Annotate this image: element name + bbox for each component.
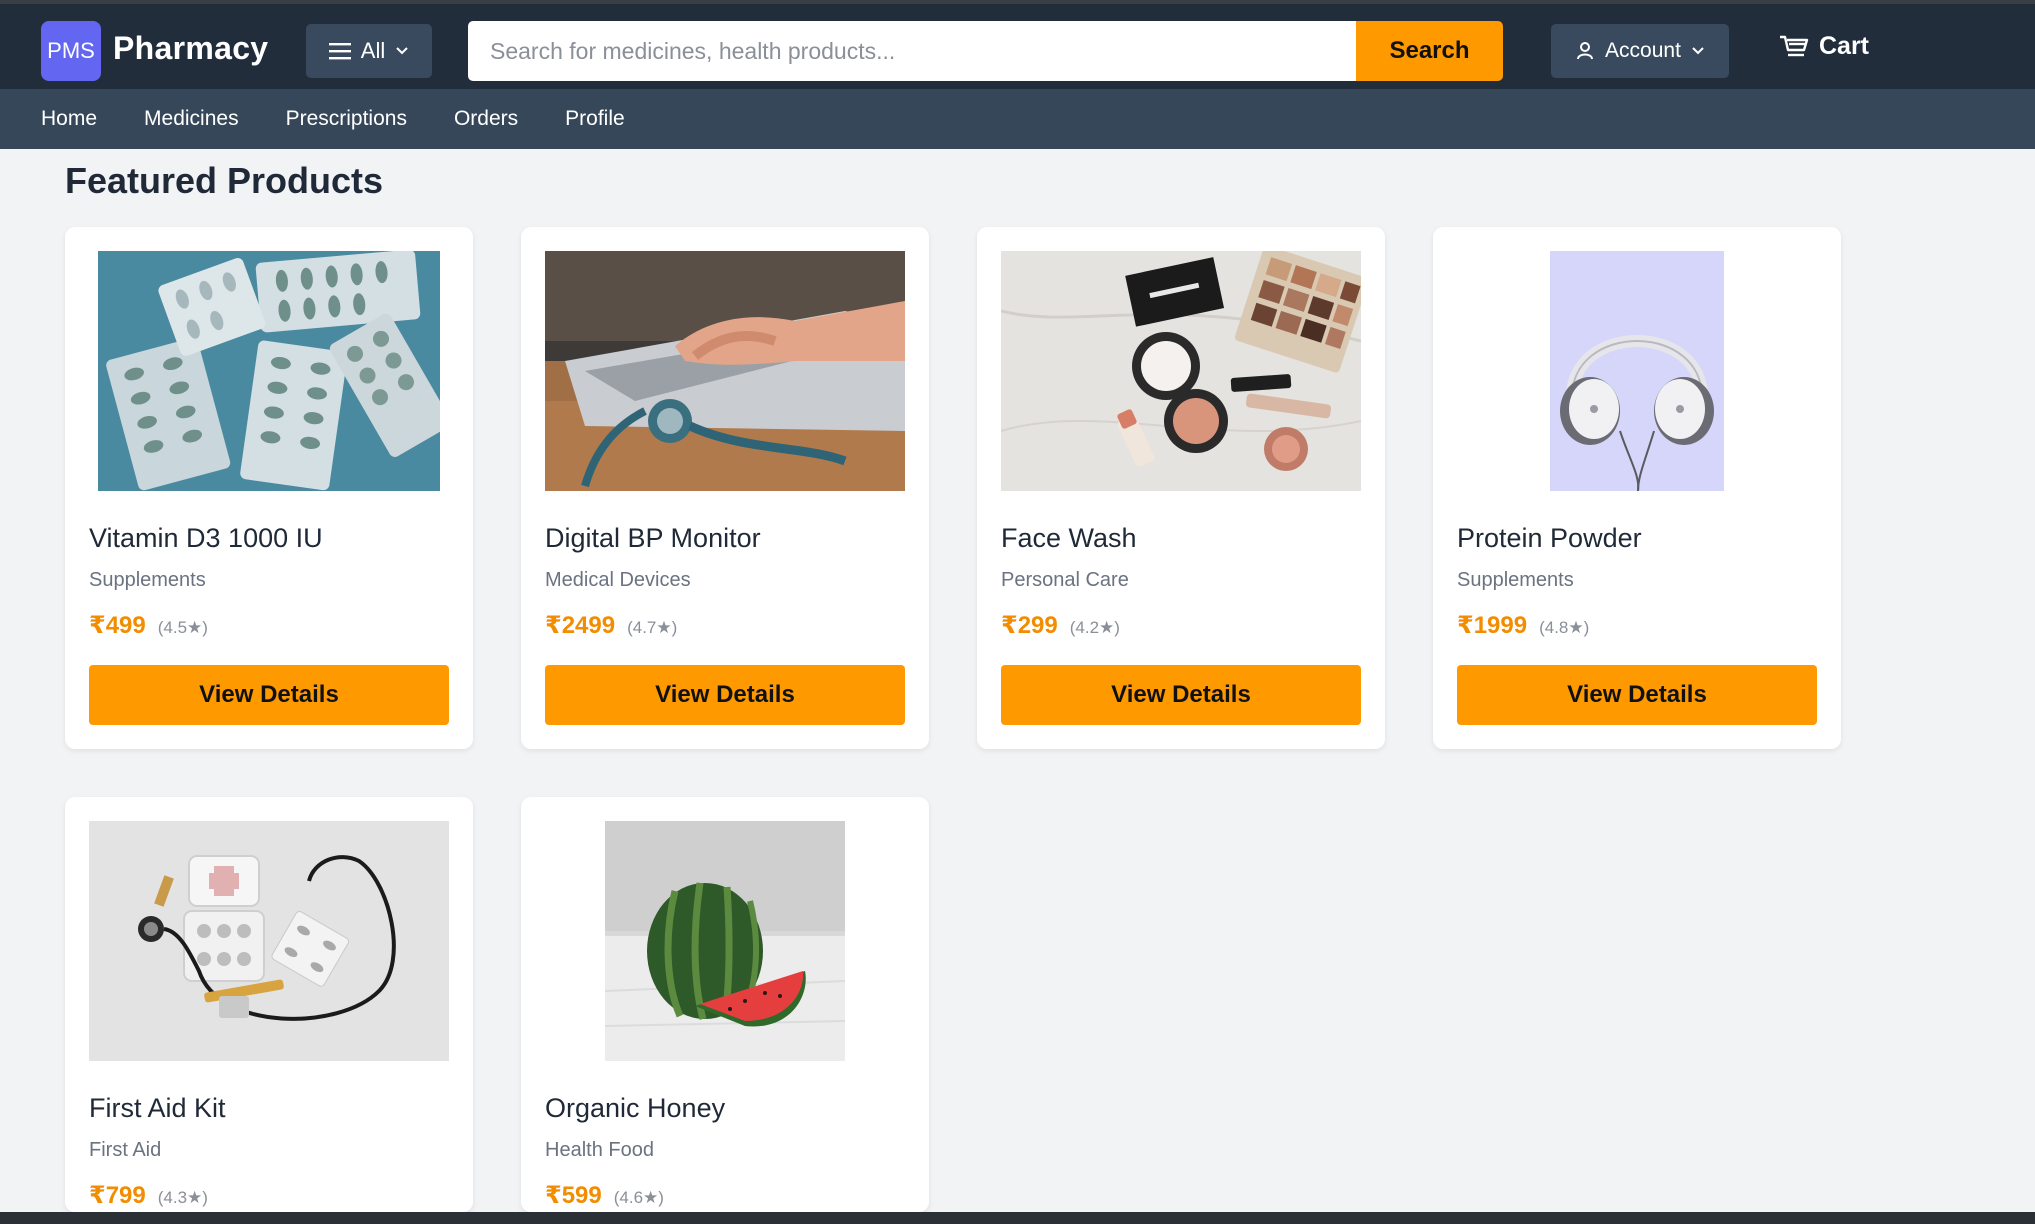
product-rating: (4.3★) bbox=[157, 1188, 208, 1207]
product-rating: (4.8★) bbox=[1539, 618, 1590, 637]
account-label: Account bbox=[1605, 39, 1681, 62]
product-image[interactable] bbox=[605, 821, 845, 1061]
product-price: ₹799 bbox=[89, 1182, 146, 1209]
product-category: Health Food bbox=[545, 1139, 654, 1161]
product-name[interactable]: Vitamin D3 1000 IU bbox=[89, 523, 323, 554]
product-category: Supplements bbox=[89, 569, 206, 591]
product-rating: (4.5★) bbox=[157, 618, 208, 637]
brand-name[interactable]: Pharmacy bbox=[113, 30, 268, 67]
product-card[interactable]: Face Wash Personal Care ₹299 (4.2★) View… bbox=[977, 227, 1385, 749]
product-price: ₹1999 bbox=[1457, 612, 1528, 639]
product-name[interactable]: Digital BP Monitor bbox=[545, 523, 761, 554]
logo[interactable]: PMS bbox=[41, 21, 101, 81]
cart-button[interactable]: Cart bbox=[1779, 32, 1869, 61]
nav-prescriptions[interactable]: Prescriptions bbox=[286, 107, 407, 131]
product-category: Medical Devices bbox=[545, 569, 691, 591]
view-details-button[interactable]: View Details bbox=[1001, 665, 1361, 725]
search-bar: Search bbox=[468, 21, 1503, 81]
product-name[interactable]: Protein Powder bbox=[1457, 523, 1642, 554]
product-card[interactable]: Vitamin D3 1000 IU Supplements ₹499 (4.5… bbox=[65, 227, 473, 749]
menu-icon bbox=[328, 43, 351, 60]
product-card[interactable]: Digital BP Monitor Medical Devices ₹2499… bbox=[521, 227, 929, 749]
account-button[interactable]: Account bbox=[1551, 24, 1729, 78]
price-row: ₹599 (4.6★) bbox=[545, 1181, 664, 1210]
nav-medicines[interactable]: Medicines bbox=[144, 107, 239, 131]
view-details-button[interactable]: View Details bbox=[89, 665, 449, 725]
chevron-down-icon bbox=[1692, 47, 1704, 55]
product-image[interactable] bbox=[1550, 251, 1724, 491]
product-card[interactable]: Organic Honey Health Food ₹599 (4.6★) bbox=[521, 797, 929, 1212]
product-image[interactable] bbox=[1001, 251, 1361, 491]
price-row: ₹2499 (4.7★) bbox=[545, 611, 677, 640]
nav-profile[interactable]: Profile bbox=[565, 107, 625, 131]
product-price: ₹299 bbox=[1001, 612, 1058, 639]
cart-label: Cart bbox=[1819, 32, 1870, 60]
price-row: ₹499 (4.5★) bbox=[89, 611, 208, 640]
cart-icon bbox=[1780, 35, 1809, 56]
product-name[interactable]: First Aid Kit bbox=[89, 1093, 226, 1124]
chevron-down-icon bbox=[396, 47, 408, 55]
product-price: ₹599 bbox=[545, 1182, 602, 1209]
section-title: Featured Products bbox=[65, 160, 384, 201]
product-image[interactable] bbox=[89, 821, 449, 1061]
product-rating: (4.6★) bbox=[613, 1188, 664, 1207]
all-categories-button[interactable]: All bbox=[306, 24, 432, 78]
product-name[interactable]: Face Wash bbox=[1001, 523, 1137, 554]
window-bottom-edge bbox=[0, 1212, 2035, 1224]
all-label: All bbox=[360, 38, 386, 63]
price-row: ₹1999 (4.8★) bbox=[1457, 611, 1589, 640]
product-rating: (4.7★) bbox=[627, 618, 678, 637]
main-nav: Home Medicines Prescriptions Orders Prof… bbox=[0, 89, 2035, 149]
product-name[interactable]: Organic Honey bbox=[545, 1093, 725, 1124]
search-input[interactable] bbox=[468, 21, 1356, 81]
user-icon bbox=[1577, 42, 1594, 60]
product-card[interactable]: First Aid Kit First Aid ₹799 (4.3★) bbox=[65, 797, 473, 1212]
product-category: Personal Care bbox=[1001, 569, 1129, 591]
price-row: ₹299 (4.2★) bbox=[1001, 611, 1120, 640]
product-category: Supplements bbox=[1457, 569, 1574, 591]
nav-orders[interactable]: Orders bbox=[454, 107, 518, 131]
nav-home[interactable]: Home bbox=[41, 107, 97, 131]
search-button[interactable]: Search bbox=[1356, 21, 1503, 81]
view-details-button[interactable]: View Details bbox=[1457, 665, 1817, 725]
product-price: ₹2499 bbox=[545, 612, 616, 639]
product-rating: (4.2★) bbox=[1069, 618, 1120, 637]
product-image[interactable] bbox=[98, 251, 440, 491]
price-row: ₹799 (4.3★) bbox=[89, 1181, 208, 1210]
product-card[interactable]: Protein Powder Supplements ₹1999 (4.8★) … bbox=[1433, 227, 1841, 749]
product-category: First Aid bbox=[89, 1139, 162, 1161]
view-details-button[interactable]: View Details bbox=[545, 665, 905, 725]
product-image[interactable] bbox=[545, 251, 905, 491]
top-header: PMS Pharmacy All Search Account Cart bbox=[0, 0, 2035, 89]
product-price: ₹499 bbox=[89, 612, 146, 639]
